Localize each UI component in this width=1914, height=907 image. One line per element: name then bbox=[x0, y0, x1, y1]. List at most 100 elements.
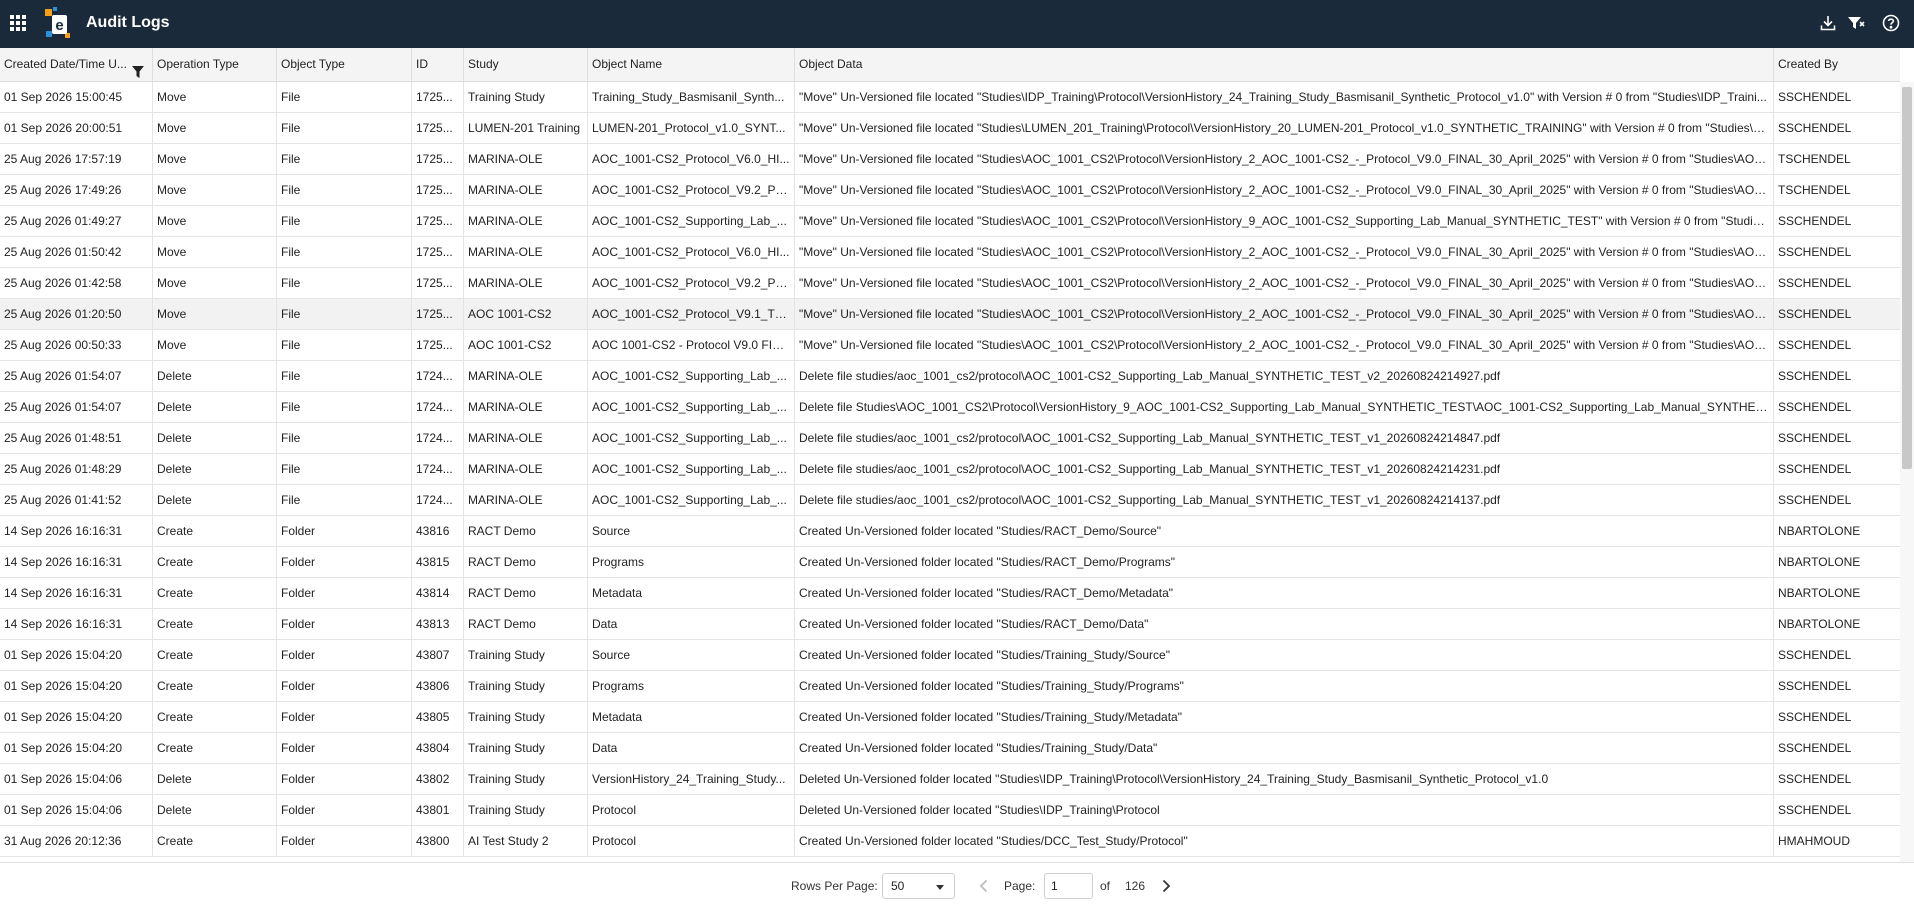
cell-object-name: AOC_1001-CS2_Supporting_Lab_... bbox=[588, 206, 795, 237]
rows-per-page-label: Rows Per Page: bbox=[791, 879, 878, 893]
table-row[interactable]: 25 Aug 2026 00:50:33 Move File 1725... AOC 1… bbox=[0, 330, 1900, 361]
cell-created-by: SSCHENDEL bbox=[1778, 741, 1852, 755]
table-row[interactable]: 25 Aug 2026 01:48:51 Delete File 1724... MAR… bbox=[0, 423, 1900, 454]
table-row[interactable]: 14 Sep 2026 16:16:31 Create Folder 43814 RAC… bbox=[0, 578, 1900, 609]
table-row[interactable]: 25 Aug 2026 17:49:26 Move File 1725... MARIN… bbox=[0, 175, 1900, 206]
table-row[interactable]: 25 Aug 2026 01:50:42 Move File 1725... MARIN… bbox=[0, 237, 1900, 268]
table-row[interactable]: 14 Sep 2026 16:16:31 Create Folder 43813 RAC… bbox=[0, 609, 1900, 640]
chevron-left-icon[interactable] bbox=[974, 876, 994, 896]
cell-id: 1724... bbox=[412, 485, 464, 516]
cell-created-by: HMAHMOUD bbox=[1778, 834, 1850, 848]
cell-operation: Create bbox=[153, 671, 277, 702]
of-label: of bbox=[1100, 879, 1111, 893]
column-header-label: ID bbox=[416, 57, 428, 71]
cell-operation: Move bbox=[153, 268, 277, 299]
cell-object-type: File bbox=[277, 113, 412, 144]
grid-apps-icon[interactable] bbox=[10, 15, 26, 31]
table-row[interactable]: 25 Aug 2026 17:57:19 Move File 1725... MARIN… bbox=[0, 144, 1900, 175]
column-header-object-name[interactable]: Object Name bbox=[588, 48, 795, 82]
cell-object-type: File bbox=[277, 361, 412, 392]
cell-id: 1724... bbox=[412, 361, 464, 392]
table-row[interactable]: 01 Sep 2026 15:04:06 Delete Folder 43802 Tra… bbox=[0, 764, 1900, 795]
cell-operation: Move bbox=[153, 206, 277, 237]
cell-id: 1724... bbox=[412, 454, 464, 485]
cell-created: 25 Aug 2026 00:50:33 bbox=[0, 330, 153, 361]
column-header-created[interactable]: Created Date/Time U... bbox=[0, 48, 153, 82]
table-row[interactable]: 25 Aug 2026 01:20:50 Move File 1725... AOC 1… bbox=[0, 299, 1900, 330]
page-number-input[interactable] bbox=[1044, 873, 1093, 899]
cell-created-by: NBARTOLONE bbox=[1778, 617, 1861, 631]
cell-operation: Create bbox=[153, 609, 277, 640]
table-row[interactable]: 01 Sep 2026 15:04:20 Create Folder 43807 Tra… bbox=[0, 640, 1900, 671]
table-row[interactable]: 01 Sep 2026 20:00:51 Move File 1725... LUMEN… bbox=[0, 113, 1900, 144]
table-row[interactable]: 25 Aug 2026 01:54:07 Delete File 1724... MAR… bbox=[0, 392, 1900, 423]
cell-created: 25 Aug 2026 01:42:58 bbox=[0, 268, 153, 299]
cell-created: 14 Sep 2026 16:16:31 bbox=[0, 516, 153, 547]
cell-object-name: AOC_1001-CS2_Protocol_V9.2_PH... bbox=[588, 268, 795, 299]
column-filter-icon[interactable] bbox=[132, 58, 144, 78]
cell-object-name: AOC 1001-CS2 - Protocol V9.0 FIN... bbox=[588, 330, 795, 361]
cell-object-name: AOC_1001-CS2_Supporting_Lab_... bbox=[588, 361, 795, 392]
cell-id: 43816 bbox=[412, 516, 464, 547]
cell-object-name: Protocol bbox=[588, 826, 795, 857]
table-row[interactable]: 25 Aug 2026 01:54:07 Delete File 1724... MAR… bbox=[0, 361, 1900, 392]
cell-operation: Delete bbox=[153, 795, 277, 826]
cell-created-by: SSCHENDEL bbox=[1778, 803, 1852, 817]
cell-object-name: Data bbox=[588, 733, 795, 764]
table-row[interactable]: 01 Sep 2026 15:04:20 Create Folder 43806 Tra… bbox=[0, 671, 1900, 702]
cell-created-by: SSCHENDEL bbox=[1778, 245, 1852, 259]
column-header-created-by[interactable]: Created By bbox=[1774, 48, 1900, 82]
cell-object-data: "Move" Un-Versioned file located "Studie… bbox=[795, 175, 1774, 206]
column-header-study[interactable]: Study bbox=[464, 48, 588, 82]
table-row[interactable]: 14 Sep 2026 16:16:31 Create Folder 43816 RAC… bbox=[0, 516, 1900, 547]
column-header-label: Study bbox=[468, 57, 499, 71]
e-logo-icon: e bbox=[43, 7, 73, 41]
caret-down-icon bbox=[936, 885, 944, 890]
table-row[interactable]: 01 Sep 2026 15:00:45 Move File 1725... Train… bbox=[0, 82, 1900, 113]
filter-icon[interactable] bbox=[1846, 13, 1866, 33]
cell-operation: Delete bbox=[153, 764, 277, 795]
table-row[interactable]: 14 Sep 2026 16:16:31 Create Folder 43815 RAC… bbox=[0, 547, 1900, 578]
cell-id: 1725... bbox=[412, 82, 464, 113]
table-row[interactable]: 01 Sep 2026 15:04:20 Create Folder 43804 Tra… bbox=[0, 733, 1900, 764]
column-header-operation[interactable]: Operation Type bbox=[153, 48, 277, 82]
cell-created: 01 Sep 2026 15:04:06 bbox=[0, 795, 153, 826]
table-row[interactable]: 25 Aug 2026 01:48:29 Delete File 1724... MAR… bbox=[0, 454, 1900, 485]
table-row[interactable]: 25 Aug 2026 01:41:52 Delete File 1724... MAR… bbox=[0, 485, 1900, 516]
table-row[interactable]: 31 Aug 2026 20:12:36 Create Folder 43800 AI … bbox=[0, 826, 1900, 857]
cell-object-type: Folder bbox=[277, 671, 412, 702]
cell-created-by: NBARTOLONE bbox=[1778, 524, 1861, 538]
cell-operation: Delete bbox=[153, 423, 277, 454]
cell-object-name: AOC_1001-CS2_Protocol_V6.0_HI... bbox=[588, 237, 795, 268]
table-row[interactable]: 25 Aug 2026 01:49:27 Move File 1725... MARIN… bbox=[0, 206, 1900, 237]
table-row[interactable]: 01 Sep 2026 15:04:06 Delete Folder 43801 Tra… bbox=[0, 795, 1900, 826]
column-header-object-data[interactable]: Object Data bbox=[795, 48, 1774, 82]
cell-object-data: "Move" Un-Versioned file located "Studie… bbox=[795, 144, 1774, 175]
cell-id: 1725... bbox=[412, 299, 464, 330]
cell-object-type: Folder bbox=[277, 609, 412, 640]
scrollbar-thumb[interactable] bbox=[1902, 87, 1912, 469]
cell-operation: Move bbox=[153, 299, 277, 330]
cell-created-by: SSCHENDEL bbox=[1778, 338, 1852, 352]
cell-operation: Move bbox=[153, 237, 277, 268]
help-icon[interactable] bbox=[1881, 13, 1901, 33]
sort-desc-icon[interactable] bbox=[433, 70, 443, 76]
column-header-id[interactable]: ID bbox=[412, 48, 464, 82]
cell-object-name: AOC_1001-CS2_Supporting_Lab_... bbox=[588, 454, 795, 485]
cell-object-name: AOC_1001-CS2_Protocol_V6.0_HI... bbox=[588, 144, 795, 175]
cell-created-by: TSCHENDEL bbox=[1778, 183, 1851, 197]
column-header-object-type[interactable]: Object Type bbox=[277, 48, 412, 82]
cell-study: RACT Demo bbox=[464, 547, 588, 578]
chevron-right-icon[interactable] bbox=[1156, 876, 1176, 896]
audit-log-table: Created Date/Time U... Operation Type Ob… bbox=[0, 48, 1914, 862]
cell-created-by: SSCHENDEL bbox=[1778, 710, 1852, 724]
download-icon[interactable] bbox=[1818, 13, 1838, 33]
cell-created-by: SSCHENDEL bbox=[1778, 648, 1852, 662]
table-row[interactable]: 25 Aug 2026 01:42:58 Move File 1725... MARIN… bbox=[0, 268, 1900, 299]
rows-per-page-select[interactable]: 50 bbox=[882, 873, 955, 899]
cell-object-type: File bbox=[277, 299, 412, 330]
cell-operation: Create bbox=[153, 826, 277, 857]
table-row[interactable]: 01 Sep 2026 15:04:20 Create Folder 43805 Tra… bbox=[0, 702, 1900, 733]
cell-study: MARINA-OLE bbox=[464, 485, 588, 516]
cell-object-data: Deleted Un-Versioned folder located "Stu… bbox=[795, 764, 1774, 795]
